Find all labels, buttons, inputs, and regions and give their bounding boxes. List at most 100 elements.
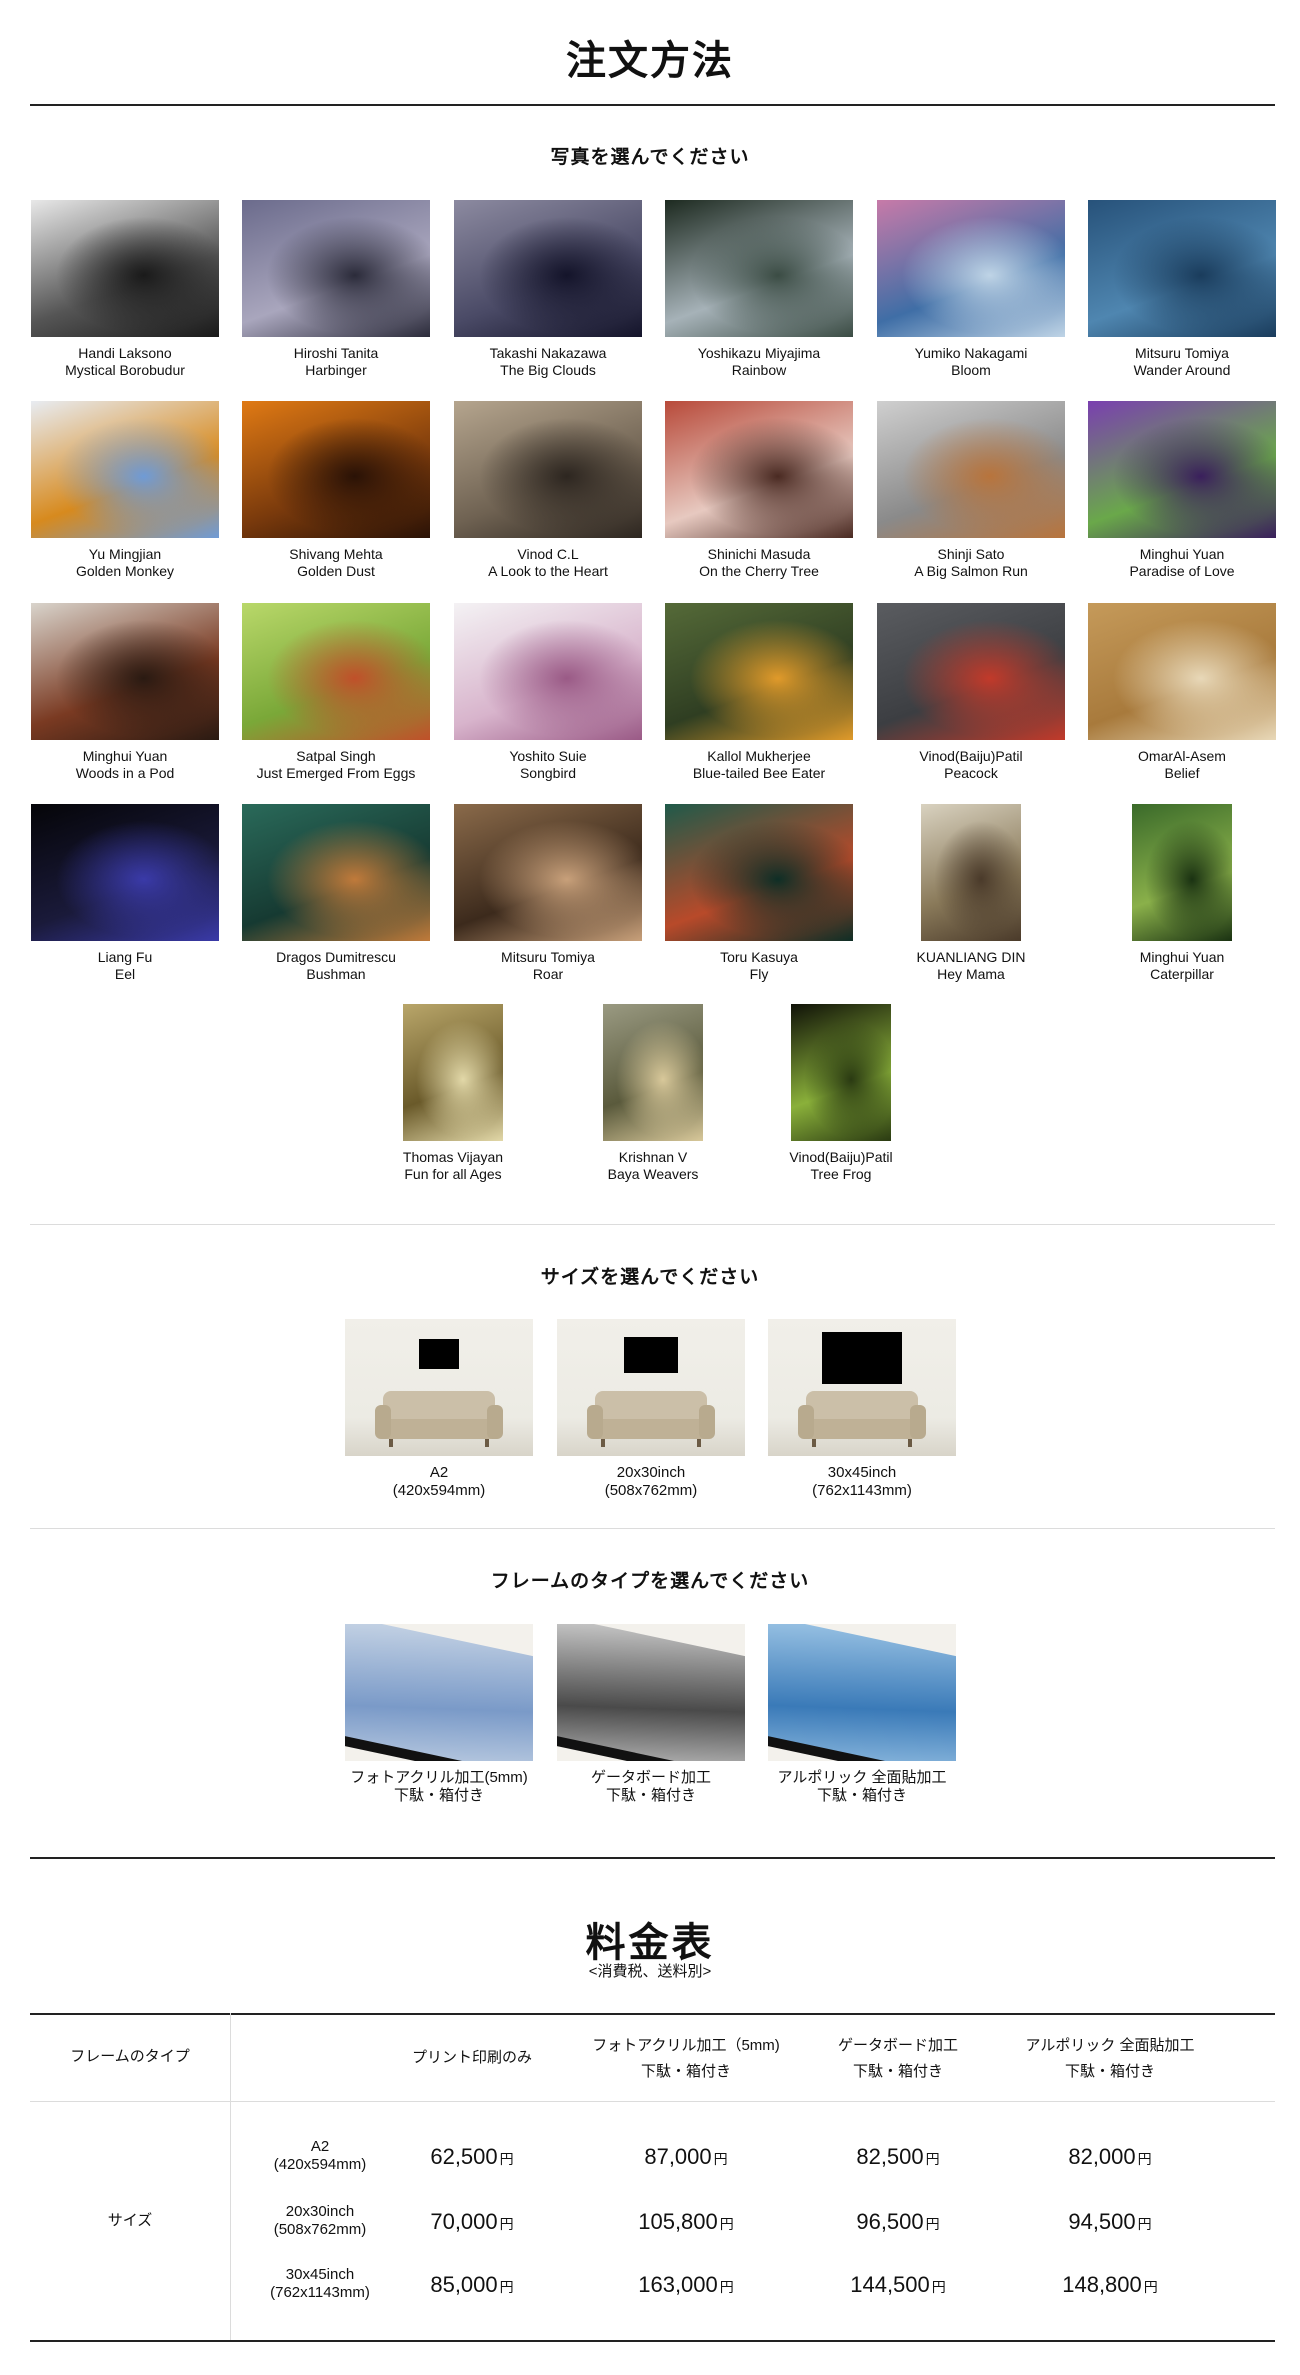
photo-tile[interactable]: Dragos Dumitrescu Bushman [241, 804, 431, 983]
photo-tile[interactable]: Mitsuru Tomiya Wander Around [1087, 200, 1277, 379]
size-caption: 30x45inch (762x1143mm) [767, 1464, 957, 1500]
photo-thumbnail[interactable] [31, 603, 219, 740]
size-preview[interactable] [557, 1319, 745, 1456]
photo-caption: OmarAl-Asem Belief [1087, 748, 1277, 782]
photo-caption: Minghui Yuan Caterpillar [1087, 949, 1277, 983]
photo-tile[interactable]: Vinod C.L A Look to the Heart [453, 401, 643, 580]
photo-thumbnail[interactable] [242, 804, 430, 941]
size-preview[interactable] [345, 1319, 533, 1456]
photo-title: Fun for all Ages [404, 1166, 502, 1182]
photo-tile[interactable]: Thomas Vijayan Fun for all Ages [358, 1004, 548, 1183]
photo-caption: Handi Laksono Mystical Borobudur [30, 345, 220, 379]
size-dimensions: (762x1143mm) [812, 1482, 912, 1499]
photo-thumbnail[interactable] [877, 401, 1065, 538]
price-cell: 144,500 円 [788, 2272, 1008, 2298]
photo-tile[interactable]: Minghui Yuan Woods in a Pod [30, 603, 220, 782]
currency-label: 円 [499, 2279, 514, 2295]
photo-tile[interactable]: OmarAl-Asem Belief [1087, 603, 1277, 782]
photo-thumbnail[interactable] [1132, 804, 1232, 941]
photo-tile[interactable]: Kallol Mukherjee Blue-tailed Bee Eater [664, 603, 854, 782]
photo-tile[interactable]: Toru Kasuya Fly [664, 804, 854, 983]
photographer-name: Toru Kasuya [720, 949, 798, 965]
photo-tile[interactable]: KUANLIANG DIN Hey Mama [876, 804, 1066, 983]
photo-tile[interactable]: Handi Laksono Mystical Borobudur [30, 200, 220, 379]
photos-divider [30, 1224, 1275, 1225]
photo-caption: Shivang Mehta Golden Dust [241, 546, 431, 580]
photo-thumbnail[interactable] [665, 603, 853, 740]
photo-thumbnail[interactable] [31, 200, 219, 337]
photo-tile[interactable]: Vinod(Baiju)Patil Tree Frog [746, 1004, 936, 1183]
photographer-name: Hiroshi Tanita [293, 345, 379, 361]
frame-preview[interactable] [768, 1624, 956, 1761]
photo-title: Blue-tailed Bee Eater [692, 765, 826, 781]
photo-tile[interactable]: Takashi Nakazawa The Big Clouds [453, 200, 643, 379]
price-column-header: フォトアクリル加工（5mm) 下駄・箱付き [576, 2033, 796, 2085]
photo-tile[interactable]: Vinod(Baiju)Patil Peacock [876, 603, 1066, 782]
photo-thumbnail[interactable] [921, 804, 1021, 941]
photo-thumbnail[interactable] [242, 200, 430, 337]
photo-thumbnail[interactable] [603, 1004, 703, 1141]
photo-tile[interactable]: Satpal Singh Just Emerged From Eggs [241, 603, 431, 782]
photo-thumbnail[interactable] [454, 603, 642, 740]
photo-tile[interactable]: Liang Fu Eel [30, 804, 220, 983]
photo-tile[interactable]: Krishnan V Baya Weavers [558, 1004, 748, 1183]
photo-thumbnail[interactable] [791, 1004, 891, 1141]
photographer-name: Minghui Yuan [1139, 949, 1225, 965]
photo-title: Golden Dust [297, 563, 375, 579]
photo-tile[interactable]: Yu Mingjian Golden Monkey [30, 401, 220, 580]
price-column-header: アルポリック 全面貼加工 下駄・箱付き [1000, 2033, 1220, 2085]
photo-thumbnail[interactable] [665, 200, 853, 337]
photo-thumbnail[interactable] [1088, 200, 1276, 337]
photo-thumbnail[interactable] [877, 200, 1065, 337]
photo-tile[interactable]: Minghui Yuan Caterpillar [1087, 804, 1277, 983]
photo-thumbnail[interactable] [665, 804, 853, 941]
price-value: 144,500 [850, 2272, 930, 2297]
price-cell: 82,000 円 [1000, 2144, 1220, 2170]
photo-thumbnail[interactable] [877, 603, 1065, 740]
price-value: 105,800 [638, 2209, 718, 2234]
photo-thumbnail[interactable] [31, 401, 219, 538]
photo-thumbnail[interactable] [454, 401, 642, 538]
photo-tile[interactable]: Shinji Sato A Big Salmon Run [876, 401, 1066, 580]
photographer-name: Thomas Vijayan [402, 1149, 504, 1165]
size-option[interactable]: 20x30inch (508x762mm) [556, 1319, 746, 1500]
photo-thumbnail[interactable] [454, 200, 642, 337]
photo-tile[interactable]: Hiroshi Tanita Harbinger [241, 200, 431, 379]
photo-thumbnail[interactable] [665, 401, 853, 538]
photo-title: Fly [749, 966, 769, 982]
size-preview[interactable] [768, 1319, 956, 1456]
photo-tile[interactable]: Shivang Mehta Golden Dust [241, 401, 431, 580]
price-cell: 94,500 円 [1000, 2209, 1220, 2235]
photo-thumbnail[interactable] [242, 603, 430, 740]
photo-tile[interactable]: Shinichi Masuda On the Cherry Tree [664, 401, 854, 580]
size-option[interactable]: 30x45inch (762x1143mm) [767, 1319, 957, 1500]
photo-caption: Takashi Nakazawa The Big Clouds [453, 345, 643, 379]
photo-thumbnail[interactable] [403, 1004, 503, 1141]
price-cell: 105,800 円 [576, 2209, 796, 2235]
price-cell: 96,500 円 [788, 2209, 1008, 2235]
photo-thumbnail[interactable] [242, 401, 430, 538]
page-title: 注文方法 [566, 37, 734, 84]
frame-preview[interactable] [345, 1624, 533, 1761]
photo-thumbnail[interactable] [31, 804, 219, 941]
frame-preview[interactable] [557, 1624, 745, 1761]
photo-title: Paradise of Love [1129, 563, 1235, 579]
frame-option[interactable]: フォトアクリル加工(5mm) 下駄・箱付き [334, 1624, 544, 1805]
photo-tile[interactable]: Yoshikazu Miyajima Rainbow [664, 200, 854, 379]
photo-thumbnail[interactable] [1088, 401, 1276, 538]
photo-tile[interactable]: Yumiko Nakagami Bloom [876, 200, 1066, 379]
frame-option[interactable]: アルポリック 全面貼加工 下駄・箱付き [757, 1624, 967, 1805]
frame-option[interactable]: ゲータボード加工 下駄・箱付き [546, 1624, 756, 1805]
photo-thumbnail[interactable] [454, 804, 642, 941]
photo-caption: Liang Fu Eel [30, 949, 220, 983]
frame-type-header: フレームのタイプ [70, 2048, 190, 2065]
artwork-preview [419, 1339, 459, 1369]
photo-thumbnail[interactable] [1088, 603, 1276, 740]
photo-tile[interactable]: Mitsuru Tomiya Roar [453, 804, 643, 983]
size-option[interactable]: A2 (420x594mm) [344, 1319, 534, 1500]
frame-surface [557, 1624, 745, 1761]
price-cell: 70,000 円 [362, 2209, 582, 2235]
photo-tile[interactable]: Yoshito Suie Songbird [453, 603, 643, 782]
photographer-name: Shinichi Masuda [707, 546, 811, 562]
photo-tile[interactable]: Minghui Yuan Paradise of Love [1087, 401, 1277, 580]
